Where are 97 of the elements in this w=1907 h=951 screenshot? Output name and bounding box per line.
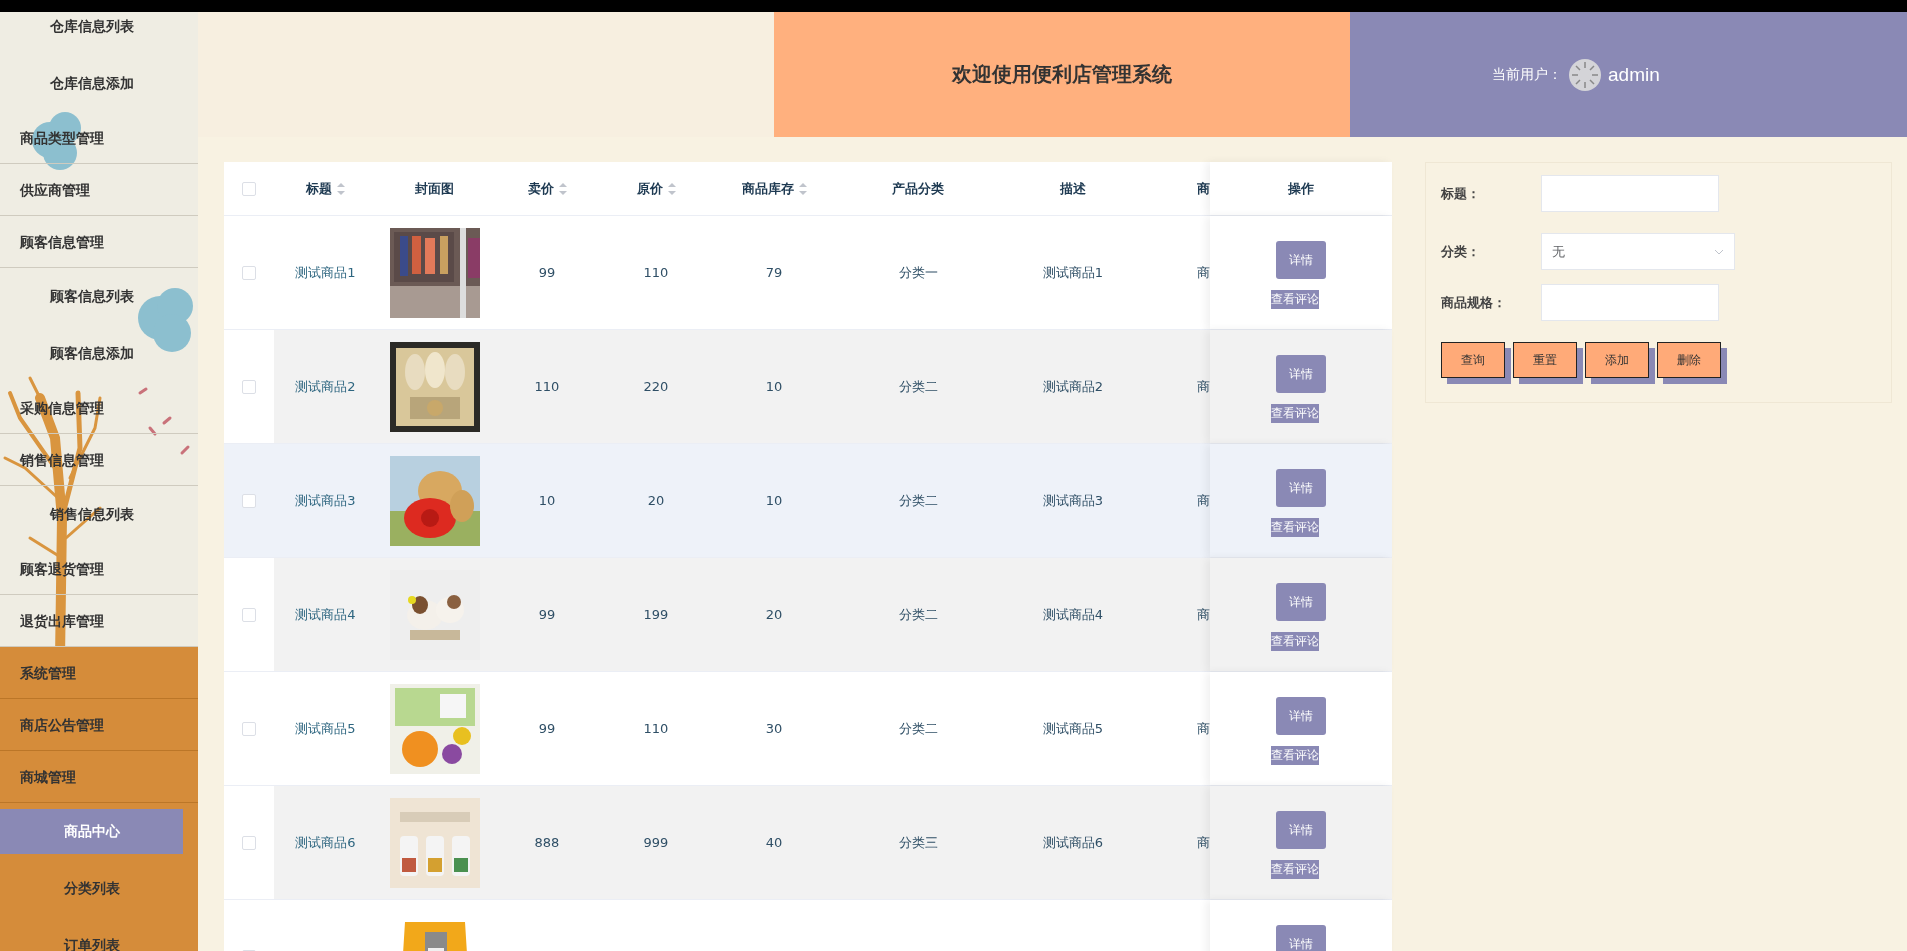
detail-button[interactable]: 详情 — [1276, 469, 1326, 507]
table-cell: 商 — [1197, 833, 1210, 852]
comments-button[interactable]: 查看评论 — [1271, 632, 1319, 651]
table-cell: 商 — [1197, 491, 1210, 510]
checkbox[interactable] — [242, 493, 256, 508]
column-header: 产品分类 — [892, 179, 944, 198]
column-header: 描述 — [1060, 179, 1086, 198]
comments-button[interactable]: 查看评论 — [1271, 290, 1319, 309]
category-select[interactable]: 无 — [1541, 233, 1735, 270]
submenu-item[interactable]: 顾客信息添加 — [0, 331, 183, 376]
chevron-down-icon — [1714, 248, 1724, 255]
menu-item[interactable]: 商城管理 — [0, 751, 198, 803]
submenu-item[interactable]: 仓库信息添加 — [0, 61, 183, 106]
detail-button[interactable]: 详情 — [1276, 241, 1326, 279]
field-label: 标题： — [1441, 184, 1481, 203]
comments-button[interactable]: 查看评论 — [1271, 860, 1319, 879]
column-header: 封面图 — [415, 179, 454, 198]
detail-button[interactable]: 详情 — [1276, 583, 1326, 621]
table-cell: 商 — [1197, 263, 1210, 282]
table-cell: 测试商品2 — [1042, 377, 1104, 396]
menu-item[interactable]: 顾客信息管理 — [0, 216, 198, 268]
checkbox[interactable] — [242, 181, 256, 196]
table-cell: 测试商品6 — [1042, 833, 1104, 852]
detail-button[interactable]: 详情 — [1276, 925, 1326, 951]
table-cell: 99 — [538, 607, 556, 622]
checkbox[interactable] — [242, 721, 256, 736]
table-cell: 220 — [643, 379, 669, 394]
table-cell: 99 — [538, 721, 556, 736]
table-cell: 测试商品1 — [295, 263, 356, 282]
column-header: 商 — [1197, 179, 1210, 198]
table-cell: 10 — [765, 493, 783, 508]
comments-button[interactable]: 查看评论 — [1271, 404, 1319, 423]
table-cell: 199 — [643, 607, 669, 622]
table-cell: 10 — [765, 379, 783, 394]
submenu-item[interactable]: 顾客信息列表 — [0, 274, 183, 319]
table-cell: 20 — [765, 607, 783, 622]
sort-icon[interactable] — [667, 182, 676, 195]
column-header: 商品库存 — [741, 179, 794, 198]
column-header: 操作 — [1288, 179, 1314, 198]
table-cell: 分类二 — [898, 377, 938, 396]
table-cell: 商 — [1197, 605, 1210, 624]
table-cell: 测试商品5 — [1042, 719, 1104, 738]
system-title: 欢迎使用便利店管理系统 — [952, 61, 1172, 88]
table-cell: 分类二 — [898, 719, 938, 738]
table-cell: 888 — [534, 835, 560, 850]
table-cell: 分类三 — [898, 833, 938, 852]
detail-button[interactable]: 详情 — [1276, 811, 1326, 849]
user-label: 当前用户： — [1492, 65, 1562, 84]
checkbox[interactable] — [242, 265, 256, 280]
table-cell: 40 — [765, 835, 783, 850]
table-cell: 分类一 — [898, 263, 938, 282]
table-cell: 测试商品1 — [1042, 263, 1104, 282]
detail-button[interactable]: 详情 — [1276, 697, 1326, 735]
table-cell: 测试商品2 — [295, 377, 356, 396]
table-cell: 999 — [643, 835, 669, 850]
table-cell: 10 — [538, 493, 556, 508]
submenu-item[interactable]: 仓库信息列表 — [0, 12, 183, 49]
submenu-item[interactable]: 分类列表 — [0, 866, 183, 911]
table-cell: 79 — [765, 265, 783, 280]
table-cell: 测试商品3 — [1042, 491, 1104, 510]
menu-item[interactable]: 系统管理 — [0, 647, 198, 699]
sort-icon[interactable] — [798, 182, 807, 195]
menu-item[interactable]: 供应商管理 — [0, 164, 198, 216]
table-cell: 测试商品4 — [295, 605, 356, 624]
table-cell: 110 — [534, 379, 560, 394]
table-cell: 测试商品5 — [295, 719, 356, 738]
checkbox[interactable] — [242, 379, 256, 394]
sort-icon[interactable] — [337, 182, 345, 195]
table-cell: 分类二 — [898, 491, 938, 510]
checkbox[interactable] — [242, 835, 256, 850]
field-label: 商品规格： — [1441, 293, 1507, 312]
table-cell: 30 — [765, 721, 783, 736]
checkbox[interactable] — [242, 607, 256, 622]
table-cell: 99 — [538, 265, 556, 280]
input-field[interactable] — [1541, 284, 1719, 321]
username: admin — [1608, 63, 1660, 86]
field-label: 分类： — [1441, 242, 1481, 261]
comments-button[interactable]: 查看评论 — [1271, 518, 1319, 537]
table-cell: 测试商品6 — [295, 833, 356, 852]
table-cell: 商 — [1197, 719, 1210, 738]
table-cell: 分类二 — [898, 605, 938, 624]
column-header: 标题 — [306, 179, 332, 198]
table-cell: 测试商品4 — [1042, 605, 1104, 624]
input-field[interactable] — [1541, 175, 1719, 212]
table-cell: 20 — [647, 493, 665, 508]
table-cell: 110 — [643, 265, 669, 280]
avatar-icon — [1568, 57, 1602, 92]
table-cell: 110 — [643, 721, 669, 736]
column-header: 卖价 — [527, 179, 554, 198]
comments-button[interactable]: 查看评论 — [1271, 746, 1319, 765]
submenu-item[interactable]: 商品中心 — [0, 809, 183, 854]
menu-item[interactable]: 商店公告管理 — [0, 699, 198, 751]
table-cell: 测试商品3 — [295, 491, 356, 510]
detail-button[interactable]: 详情 — [1276, 355, 1326, 393]
sort-icon[interactable] — [558, 182, 567, 195]
column-header: 原价 — [636, 179, 663, 198]
table-cell: 商 — [1197, 377, 1210, 396]
